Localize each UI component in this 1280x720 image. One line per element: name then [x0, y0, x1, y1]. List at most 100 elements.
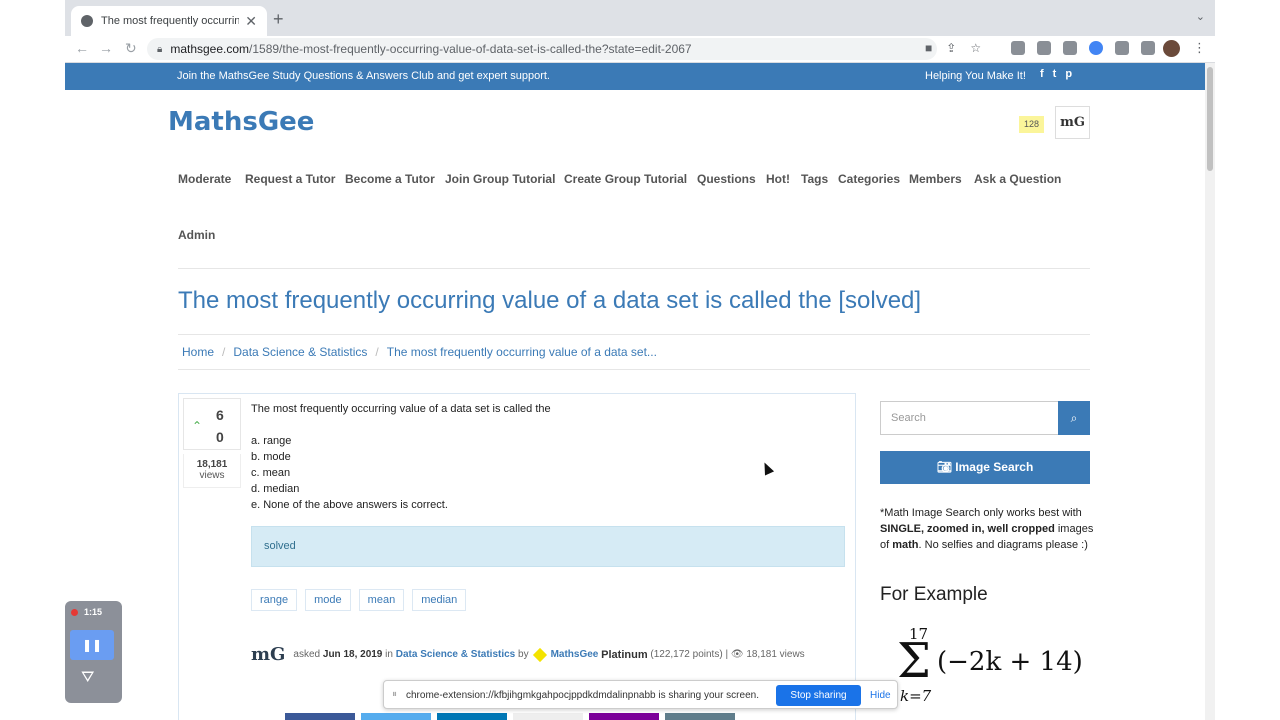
grip-icon[interactable]: ⏸ — [392, 689, 397, 700]
twitter-share-button[interactable] — [361, 713, 431, 720]
new-tab-icon[interactable]: + — [273, 9, 284, 30]
scrollbar-thumb[interactable] — [1207, 67, 1213, 171]
puzzle-icon[interactable] — [1115, 41, 1129, 55]
upvote-icon[interactable]: ⌃ — [192, 419, 202, 433]
platinum-badge-icon — [532, 647, 547, 662]
globe-icon — [81, 15, 93, 27]
yahoo-share-button[interactable] — [589, 713, 659, 720]
share-icon[interactable]: ⇪ — [946, 41, 956, 55]
tag-list: range mode mean median — [251, 589, 467, 611]
nav-request-tutor[interactable]: Request a Tutor — [245, 172, 335, 186]
vote-count-down: 0 — [216, 429, 224, 445]
email-share-button[interactable] — [665, 713, 735, 720]
divider — [178, 369, 1090, 370]
views-box: 18,181 views — [183, 454, 241, 488]
url-path: /1589/the-most-frequently-occurring-valu… — [249, 42, 692, 56]
nav-join-group[interactable]: Join Group Tutorial — [445, 172, 555, 186]
share-button[interactable] — [513, 713, 583, 720]
tag-mode[interactable]: mode — [305, 589, 351, 611]
extension-icon-1[interactable] — [1011, 41, 1025, 55]
search-placeholder: Search — [891, 412, 926, 424]
option-item: e. None of the above answers is correct. — [251, 499, 448, 511]
nav-categories[interactable]: Categories — [838, 172, 900, 186]
forward-icon[interactable]: → — [99, 40, 113, 56]
tab-search-icon[interactable]: ⌄ — [1196, 10, 1205, 23]
question-text: The most frequently occurring value of a… — [251, 403, 551, 415]
tab-strip: The most frequently occurring ✕ + ⌄ — [65, 0, 1215, 36]
nav-tags[interactable]: Tags — [801, 172, 828, 186]
close-tab-icon[interactable]: ✕ — [245, 13, 257, 30]
search-input[interactable]: Search ⌕ — [880, 401, 1090, 435]
url-domain: mathsgee.com — [170, 42, 250, 56]
divider — [178, 268, 1090, 269]
pinterest-icon[interactable]: p — [1065, 68, 1072, 80]
breadcrumb-category[interactable]: Data Science & Statistics — [233, 345, 367, 359]
option-item: a. range — [251, 435, 292, 447]
camera-icon: 📷︎ — [936, 460, 952, 474]
topbar-message[interactable]: Join the MathsGee Study Questions & Answ… — [177, 70, 550, 82]
divider — [178, 334, 1090, 335]
tag-mean[interactable]: mean — [358, 589, 405, 611]
nav-create-group[interactable]: Create Group Tutorial — [564, 172, 687, 186]
image-search-note: *Math Image Search only works best with … — [880, 507, 1094, 551]
camera-icon[interactable]: ■ — [925, 41, 932, 55]
menu-icon[interactable]: ⋮ — [1193, 40, 1206, 56]
meta-category[interactable]: Data Science & Statistics — [396, 649, 516, 660]
profile-avatar[interactable] — [1163, 40, 1180, 57]
nav-hot[interactable]: Hot! — [766, 172, 790, 186]
extension-icon-3[interactable] — [1063, 41, 1077, 55]
search-button[interactable]: ⌕ — [1058, 401, 1090, 435]
linkedin-share-button[interactable] — [437, 713, 507, 720]
extension-icon-2[interactable] — [1037, 41, 1051, 55]
browser-tab[interactable]: The most frequently occurring ✕ — [71, 6, 267, 36]
user-avatar[interactable]: mG — [1055, 106, 1090, 139]
vote-count-up: 6 — [216, 407, 224, 423]
nav-members[interactable]: Members — [909, 172, 962, 186]
meta-points: (122,172 points) — [650, 649, 723, 660]
eye-icon: 👁︎ — [730, 649, 744, 660]
meta-author[interactable]: MathsGee — [551, 649, 599, 660]
nav-ask[interactable]: Ask a Question — [974, 172, 1061, 186]
hide-button[interactable]: Hide — [870, 690, 891, 701]
pause-button[interactable]: ❚❚ — [70, 630, 114, 660]
tag-range[interactable]: range — [251, 589, 298, 611]
image-search-button[interactable]: 📷︎ Image Search — [880, 451, 1090, 484]
share-buttons — [285, 713, 735, 720]
tag-median[interactable]: median — [412, 589, 467, 611]
nav-become-tutor[interactable]: Become a Tutor — [345, 172, 435, 186]
author-avatar[interactable]: mG — [251, 644, 285, 665]
nav-moderate[interactable]: Moderate — [178, 172, 231, 186]
stop-sharing-button[interactable]: Stop sharing — [776, 685, 861, 706]
nav-admin[interactable]: Admin — [178, 228, 215, 242]
address-bar[interactable]: 🔒︎ mathsgee.com /1589/the-most-frequentl… — [147, 38, 937, 60]
views-label: views — [199, 470, 225, 481]
facebook-icon[interactable]: f — [1040, 68, 1044, 80]
browser-window: The most frequently occurring ✕ + ⌄ ← → … — [65, 0, 1215, 720]
solved-banner: solved — [251, 526, 845, 567]
site-logo[interactable]: MathsGee — [168, 107, 314, 137]
bookmark-star-icon[interactable]: ☆ — [970, 41, 981, 55]
formula-lower: k=7 — [900, 687, 932, 705]
example-formula: 17 Σ k=7 (−2k + 14) — [897, 623, 1087, 713]
meta-level: Platinum — [601, 648, 648, 661]
sigma-symbol: Σ — [897, 633, 931, 689]
extension-icon-4[interactable] — [1089, 41, 1103, 55]
back-icon[interactable]: ← — [75, 40, 89, 56]
option-item: b. mode — [251, 451, 291, 463]
breadcrumb-home[interactable]: Home — [182, 345, 214, 359]
reload-icon[interactable]: ↻ — [125, 40, 137, 57]
question-card: ⌃ 6 0 18,181 views The most frequently o… — [178, 393, 856, 720]
recorder-logo-icon[interactable]: ⛛ — [81, 669, 94, 687]
breadcrumb-current[interactable]: The most frequently occurring value of a… — [387, 345, 657, 359]
screen-share-notice: ⏸ chrome-extension://kfbjihgmkgahpocjppd… — [383, 680, 898, 709]
facebook-share-button[interactable] — [285, 713, 355, 720]
question-meta: mG asked Jun 18, 2019 in Data Science & … — [251, 644, 805, 665]
twitter-icon[interactable]: t — [1053, 68, 1057, 80]
page-scrollbar[interactable] — [1205, 63, 1215, 720]
share-notice-text: chrome-extension://kfbjihgmkgahpocjppdkd… — [406, 690, 759, 701]
meta-in: in — [385, 649, 393, 660]
meta-date[interactable]: Jun 18, 2019 — [323, 649, 382, 660]
nav-questions[interactable]: Questions — [697, 172, 756, 186]
sidepanel-icon[interactable] — [1141, 41, 1155, 55]
option-item: d. median — [251, 483, 300, 495]
